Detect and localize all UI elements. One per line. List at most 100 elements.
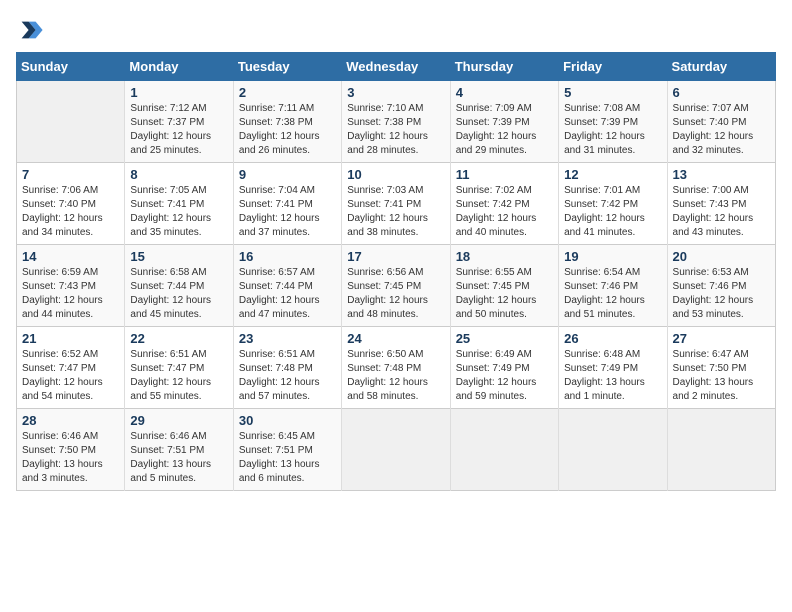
calendar-cell: [667, 409, 775, 491]
calendar-cell: 11 Sunrise: 7:02 AMSunset: 7:42 PMDayligh…: [450, 163, 558, 245]
day-number: 21: [22, 331, 119, 346]
day-info: Sunrise: 6:58 AMSunset: 7:44 PMDaylight:…: [130, 266, 227, 322]
day-info: Sunrise: 7:02 AMSunset: 7:42 PMDaylight:…: [456, 184, 553, 240]
calendar-cell: 10Sunrise: 7:03 AMSunset: 7:41 PMDayligh…: [342, 163, 450, 245]
calendar-week-row: 21 Sunrise: 6:52 AMSunset: 7:47 PMDayligh…: [17, 327, 776, 409]
weekday-header-thursday: Thursday: [450, 53, 558, 81]
calendar-cell: 9 Sunrise: 7:04 AMSunset: 7:41 PMDaylight…: [233, 163, 341, 245]
calendar-cell: 1 Sunrise: 7:12 AMSunset: 7:37 PMDaylight…: [125, 81, 233, 163]
day-number: 28: [22, 413, 119, 428]
calendar-header: SundayMondayTuesdayWednesdayThursdayFrid…: [17, 53, 776, 81]
calendar-cell: 17Sunrise: 6:56 AMSunset: 7:45 PMDayligh…: [342, 245, 450, 327]
day-number: 11: [456, 167, 553, 182]
calendar-cell: 26 Sunrise: 6:48 AMSunset: 7:49 PMDayligh…: [559, 327, 667, 409]
day-info: Sunrise: 7:08 AMSunset: 7:39 PMDaylight:…: [564, 102, 661, 158]
day-info: Sunrise: 7:07 AMSunset: 7:40 PMDaylight:…: [673, 102, 770, 158]
calendar-cell: 30 Sunrise: 6:45 AMSunset: 7:51 PMDayligh…: [233, 409, 341, 491]
day-number: 9: [239, 167, 336, 182]
day-info: Sunrise: 6:47 AMSunset: 7:50 PMDaylight:…: [673, 348, 770, 404]
day-number: 2: [239, 85, 336, 100]
day-number: 15: [130, 249, 227, 264]
day-info: Sunrise: 6:52 AMSunset: 7:47 PMDaylight:…: [22, 348, 119, 404]
day-number: 7: [22, 167, 119, 182]
day-number: 16: [239, 249, 336, 264]
calendar-cell: 14 Sunrise: 6:59 AMSunset: 7:43 PMDayligh…: [17, 245, 125, 327]
weekday-header-wednesday: Wednesday: [342, 53, 450, 81]
day-number: 19: [564, 249, 661, 264]
day-info: Sunrise: 6:45 AMSunset: 7:51 PMDaylight:…: [239, 430, 336, 486]
calendar-cell: 8Sunrise: 7:05 AMSunset: 7:41 PMDaylight…: [125, 163, 233, 245]
day-number: 27: [673, 331, 770, 346]
day-info: Sunrise: 6:56 AMSunset: 7:45 PMDaylight:…: [347, 266, 444, 322]
calendar-cell: 3 Sunrise: 7:10 AMSunset: 7:38 PMDaylight…: [342, 81, 450, 163]
day-number: 14: [22, 249, 119, 264]
calendar-cell: [342, 409, 450, 491]
day-number: 10: [347, 167, 444, 182]
day-info: Sunrise: 7:05 AMSunset: 7:41 PMDaylight:…: [130, 184, 227, 240]
day-info: Sunrise: 7:12 AMSunset: 7:37 PMDaylight:…: [130, 102, 227, 158]
weekday-header-monday: Monday: [125, 53, 233, 81]
weekday-header-row: SundayMondayTuesdayWednesdayThursdayFrid…: [17, 53, 776, 81]
calendar-cell: 12 Sunrise: 7:01 AMSunset: 7:42 PMDayligh…: [559, 163, 667, 245]
weekday-header-sunday: Sunday: [17, 53, 125, 81]
day-number: 13: [673, 167, 770, 182]
calendar-cell: 4 Sunrise: 7:09 AMSunset: 7:39 PMDaylight…: [450, 81, 558, 163]
day-info: Sunrise: 7:06 AMSunset: 7:40 PMDaylight:…: [22, 184, 119, 240]
day-info: Sunrise: 6:51 AMSunset: 7:47 PMDaylight:…: [130, 348, 227, 404]
day-number: 4: [456, 85, 553, 100]
calendar-week-row: 7 Sunrise: 7:06 AMSunset: 7:40 PMDaylight…: [17, 163, 776, 245]
calendar-cell: 29 Sunrise: 6:46 AMSunset: 7:51 PMDayligh…: [125, 409, 233, 491]
day-info: Sunrise: 6:50 AMSunset: 7:48 PMDaylight:…: [347, 348, 444, 404]
calendar-cell: [559, 409, 667, 491]
calendar-cell: 18Sunrise: 6:55 AMSunset: 7:45 PMDayligh…: [450, 245, 558, 327]
weekday-header-saturday: Saturday: [667, 53, 775, 81]
day-number: 23: [239, 331, 336, 346]
logo: [16, 16, 46, 44]
day-info: Sunrise: 6:55 AMSunset: 7:45 PMDaylight:…: [456, 266, 553, 322]
calendar-week-row: 14 Sunrise: 6:59 AMSunset: 7:43 PMDayligh…: [17, 245, 776, 327]
calendar-cell: 2 Sunrise: 7:11 AMSunset: 7:38 PMDaylight…: [233, 81, 341, 163]
day-number: 3: [347, 85, 444, 100]
day-info: Sunrise: 7:04 AMSunset: 7:41 PMDaylight:…: [239, 184, 336, 240]
day-info: Sunrise: 6:59 AMSunset: 7:43 PMDaylight:…: [22, 266, 119, 322]
day-number: 26: [564, 331, 661, 346]
day-number: 24: [347, 331, 444, 346]
calendar-cell: 28 Sunrise: 6:46 AMSunset: 7:50 PMDayligh…: [17, 409, 125, 491]
day-number: 22: [130, 331, 227, 346]
day-info: Sunrise: 6:48 AMSunset: 7:49 PMDaylight:…: [564, 348, 661, 404]
day-info: Sunrise: 6:51 AMSunset: 7:48 PMDaylight:…: [239, 348, 336, 404]
calendar-cell: 22 Sunrise: 6:51 AMSunset: 7:47 PMDayligh…: [125, 327, 233, 409]
calendar-body: 1 Sunrise: 7:12 AMSunset: 7:37 PMDaylight…: [17, 81, 776, 491]
day-info: Sunrise: 7:11 AMSunset: 7:38 PMDaylight:…: [239, 102, 336, 158]
day-number: 1: [130, 85, 227, 100]
calendar-cell: 21 Sunrise: 6:52 AMSunset: 7:47 PMDayligh…: [17, 327, 125, 409]
calendar-week-row: 1 Sunrise: 7:12 AMSunset: 7:37 PMDaylight…: [17, 81, 776, 163]
weekday-header-tuesday: Tuesday: [233, 53, 341, 81]
calendar-cell: 16Sunrise: 6:57 AMSunset: 7:44 PMDayligh…: [233, 245, 341, 327]
calendar-cell: 25 Sunrise: 6:49 AMSunset: 7:49 PMDayligh…: [450, 327, 558, 409]
day-info: Sunrise: 6:49 AMSunset: 7:49 PMDaylight:…: [456, 348, 553, 404]
day-info: Sunrise: 7:01 AMSunset: 7:42 PMDaylight:…: [564, 184, 661, 240]
calendar-cell: 23 Sunrise: 6:51 AMSunset: 7:48 PMDayligh…: [233, 327, 341, 409]
calendar-cell: 13 Sunrise: 7:00 AMSunset: 7:43 PMDayligh…: [667, 163, 775, 245]
calendar-cell: 24 Sunrise: 6:50 AMSunset: 7:48 PMDayligh…: [342, 327, 450, 409]
calendar-cell: 5 Sunrise: 7:08 AMSunset: 7:39 PMDaylight…: [559, 81, 667, 163]
day-info: Sunrise: 6:53 AMSunset: 7:46 PMDaylight:…: [673, 266, 770, 322]
day-number: 12: [564, 167, 661, 182]
day-number: 25: [456, 331, 553, 346]
day-info: Sunrise: 7:09 AMSunset: 7:39 PMDaylight:…: [456, 102, 553, 158]
day-info: Sunrise: 7:10 AMSunset: 7:38 PMDaylight:…: [347, 102, 444, 158]
calendar-cell: 20Sunrise: 6:53 AMSunset: 7:46 PMDayligh…: [667, 245, 775, 327]
calendar-cell: [17, 81, 125, 163]
calendar-cell: 19Sunrise: 6:54 AMSunset: 7:46 PMDayligh…: [559, 245, 667, 327]
page-header: [16, 16, 776, 44]
day-info: Sunrise: 6:46 AMSunset: 7:51 PMDaylight:…: [130, 430, 227, 486]
day-number: 5: [564, 85, 661, 100]
calendar-cell: 15 Sunrise: 6:58 AMSunset: 7:44 PMDayligh…: [125, 245, 233, 327]
day-number: 29: [130, 413, 227, 428]
day-info: Sunrise: 6:46 AMSunset: 7:50 PMDaylight:…: [22, 430, 119, 486]
logo-icon: [16, 16, 44, 44]
day-number: 30: [239, 413, 336, 428]
calendar-cell: 6Sunrise: 7:07 AMSunset: 7:40 PMDaylight…: [667, 81, 775, 163]
day-info: Sunrise: 7:00 AMSunset: 7:43 PMDaylight:…: [673, 184, 770, 240]
